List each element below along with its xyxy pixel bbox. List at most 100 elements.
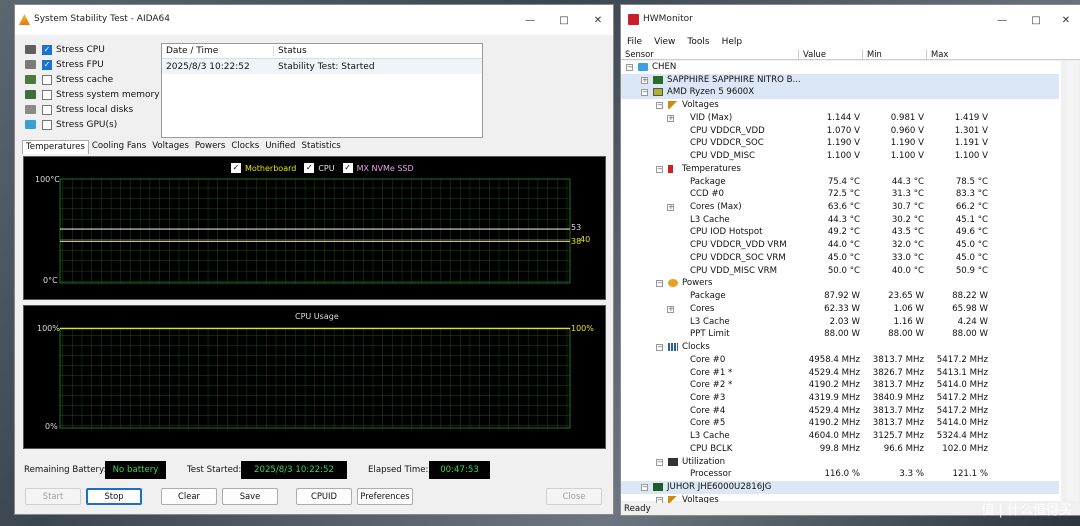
collapse-icon[interactable]: − [641, 89, 648, 97]
expand-icon[interactable]: + [641, 76, 648, 84]
col-sensor[interactable]: Sensor [621, 49, 799, 60]
collapse-icon[interactable]: − [656, 280, 663, 288]
stress-checkbox[interactable] [42, 104, 52, 115]
stress-checkbox[interactable] [42, 74, 52, 85]
close-icon[interactable]: ✕ [581, 5, 613, 35]
sensor-row[interactable]: CPU VDD_MISC 1.100 V 1.100 V 1.100 V [621, 150, 1059, 163]
start-button[interactable]: Start [25, 488, 81, 505]
hwmonitor-titlebar[interactable]: HWMonitor — □ ✕ [621, 5, 1080, 35]
table-row[interactable]: 2025/8/3 10:22:52 Stability Test: Starte… [162, 59, 482, 74]
expand-icon[interactable]: + [667, 114, 674, 122]
preferences-button[interactable]: Preferences [357, 488, 413, 505]
sensor-min: 3813.7 MHz [872, 380, 924, 391]
log-col-datetime[interactable]: Date / Time [162, 46, 274, 56]
sensor-row[interactable]: Core #4 4529.4 MHz 3813.7 MHz 5417.2 MHz [621, 405, 1059, 418]
sensor-group-row[interactable]: + SAPPHIRE SAPPHIRE NITRO B... [621, 73, 1059, 87]
sensor-group-row[interactable]: − AMD Ryzen 5 9600X [621, 86, 1059, 100]
sensor-row[interactable]: Core #1 * 4529.4 MHz 3826.7 MHz 5413.1 MHz [621, 367, 1059, 380]
sensor-row[interactable]: CPU BCLK 99.8 MHz 96.6 MHz 102.0 MHz [621, 443, 1059, 456]
sensor-row[interactable]: CCD #0 72.5 °C 31.3 °C 83.3 °C [621, 188, 1059, 201]
menu-tools[interactable]: Tools [687, 37, 709, 47]
sensor-row[interactable]: CPU VDDCR_VDD 1.070 V 0.960 V 1.301 V [621, 125, 1059, 138]
tab-clocks[interactable]: Clocks [228, 140, 262, 154]
maximize-icon[interactable]: □ [1019, 5, 1053, 35]
sensor-row[interactable]: Core #0 4958.4 MHz 3813.7 MHz 5417.2 MHz [621, 354, 1059, 367]
sensor-row[interactable]: Core #3 4319.9 MHz 3840.9 MHz 5417.2 MHz [621, 392, 1059, 405]
tab-powers[interactable]: Powers [192, 140, 228, 154]
stress-option[interactable]: Stress local disks [25, 103, 133, 116]
close-button[interactable]: Close [546, 488, 602, 505]
sensor-row[interactable]: Processor 116.0 % 3.3 % 121.1 % [621, 468, 1059, 481]
sensor-group-row[interactable]: − CHEN [621, 61, 1059, 74]
stress-option[interactable]: Stress GPU(s) [25, 118, 117, 131]
sensor-row[interactable]: Core #2 * 4190.2 MHz 3813.7 MHz 5414.0 MHz [621, 379, 1059, 392]
col-value[interactable]: Value [799, 49, 863, 60]
legend-cpu[interactable]: ✓ CPU [304, 163, 335, 173]
sensor-group-row[interactable]: − Powers [621, 277, 1059, 290]
sensor-max: 88.00 W [952, 329, 988, 340]
sensor-group-row[interactable]: − Clocks [621, 341, 1059, 354]
collapse-icon[interactable]: − [656, 165, 663, 173]
sensor-group-row[interactable]: − Utilization [621, 456, 1059, 469]
sensor-value: 1.070 V [826, 125, 860, 136]
menu-file[interactable]: File [627, 37, 642, 47]
sensor-group-row[interactable]: − JUHOR JHE6000U2816JG [621, 481, 1059, 494]
close-icon[interactable]: ✕ [1049, 5, 1080, 35]
expand-icon[interactable]: + [667, 204, 674, 212]
legend-ssd[interactable]: ✓ MX NVMe SSD [342, 163, 414, 173]
sensor-row[interactable]: Package 87.92 W 23.65 W 88.22 W [621, 290, 1059, 303]
collapse-icon[interactable]: − [656, 458, 663, 466]
stress-checkbox[interactable]: ✓ [42, 44, 52, 55]
sensor-group-row[interactable]: − Voltages [621, 99, 1059, 112]
col-max[interactable]: Max [927, 49, 1059, 60]
expand-icon[interactable]: + [667, 305, 674, 313]
log-col-status[interactable]: Status [274, 46, 307, 56]
tab-cooling-fans[interactable]: Cooling Fans [89, 140, 149, 154]
tab-temperatures[interactable]: Temperatures [22, 140, 89, 154]
tab-unified[interactable]: Unified [262, 140, 298, 154]
collapse-icon[interactable]: − [656, 344, 663, 352]
menu-view[interactable]: View [654, 37, 675, 47]
clear-button[interactable]: Clear [161, 488, 217, 505]
stress-option[interactable]: Stress cache [25, 73, 113, 86]
stress-option[interactable]: ✓ Stress FPU [25, 58, 104, 71]
stress-checkbox[interactable]: ✓ [42, 59, 52, 70]
tab-voltages[interactable]: Voltages [149, 140, 192, 154]
scrollbar[interactable] [1067, 61, 1079, 501]
col-min[interactable]: Min [863, 49, 927, 60]
sensor-max: 65.98 W [952, 303, 988, 314]
sensor-row[interactable]: PPT Limit 88.00 W 88.00 W 88.00 W [621, 328, 1059, 341]
menu-help[interactable]: Help [722, 37, 743, 47]
sensor-row[interactable]: + Cores 62.33 W 1.06 W 65.98 W [621, 303, 1059, 316]
sensor-row[interactable]: CPU VDDCR_SOC 1.190 V 1.190 V 1.191 V [621, 137, 1059, 150]
stress-checkbox[interactable] [42, 119, 52, 130]
collapse-icon[interactable]: − [626, 64, 633, 71]
sensor-row[interactable]: + Cores (Max) 63.6 °C 30.7 °C 66.2 °C [621, 201, 1059, 214]
sensor-row[interactable]: CPU VDDCR_SOC VRM 45.0 °C 33.0 °C 45.0 °C [621, 252, 1059, 265]
stress-option[interactable]: Stress system memory [25, 88, 160, 101]
sensor-row[interactable]: L3 Cache 2.03 W 1.16 W 4.24 W [621, 316, 1059, 329]
minimize-icon[interactable]: — [513, 5, 547, 35]
sensor-row[interactable]: Package 75.4 °C 44.3 °C 78.5 °C [621, 176, 1059, 189]
sensor-row[interactable]: CPU VDDCR_VDD VRM 44.0 °C 32.0 °C 45.0 °C [621, 239, 1059, 252]
stress-option[interactable]: ✓ Stress CPU [25, 43, 105, 56]
aida64-titlebar[interactable]: System Stability Test - AIDA64 — □ ✕ [15, 5, 613, 35]
legend-motherboard[interactable]: ✓ Motherboard [231, 163, 296, 173]
sensor-value: 99.8 MHz [819, 443, 860, 454]
sensor-group-row[interactable]: − Temperatures [621, 163, 1059, 176]
stop-button[interactable]: Stop [86, 488, 142, 505]
cpuid-button[interactable]: CPUID [296, 488, 352, 505]
sensor-row[interactable]: CPU IOD Hotspot 49.2 °C 43.5 °C 49.6 °C [621, 226, 1059, 239]
sensor-row[interactable]: L3 Cache 44.3 °C 30.2 °C 45.1 °C [621, 214, 1059, 227]
maximize-icon[interactable]: □ [547, 5, 581, 35]
sensor-row[interactable]: L3 Cache 4604.0 MHz 3125.7 MHz 5324.4 MHz [621, 430, 1059, 443]
collapse-icon[interactable]: − [641, 484, 648, 492]
sensor-row[interactable]: + VID (Max) 1.144 V 0.981 V 1.419 V [621, 112, 1059, 125]
save-button[interactable]: Save [222, 488, 278, 505]
tab-statistics[interactable]: Statistics [299, 140, 344, 154]
minimize-icon[interactable]: — [985, 5, 1019, 35]
collapse-icon[interactable]: − [656, 102, 663, 110]
sensor-row[interactable]: CPU VDD_MISC VRM 50.0 °C 40.0 °C 50.9 °C [621, 265, 1059, 278]
stress-checkbox[interactable] [42, 89, 52, 100]
sensor-row[interactable]: Core #5 4190.2 MHz 3813.7 MHz 5414.0 MHz [621, 417, 1059, 430]
